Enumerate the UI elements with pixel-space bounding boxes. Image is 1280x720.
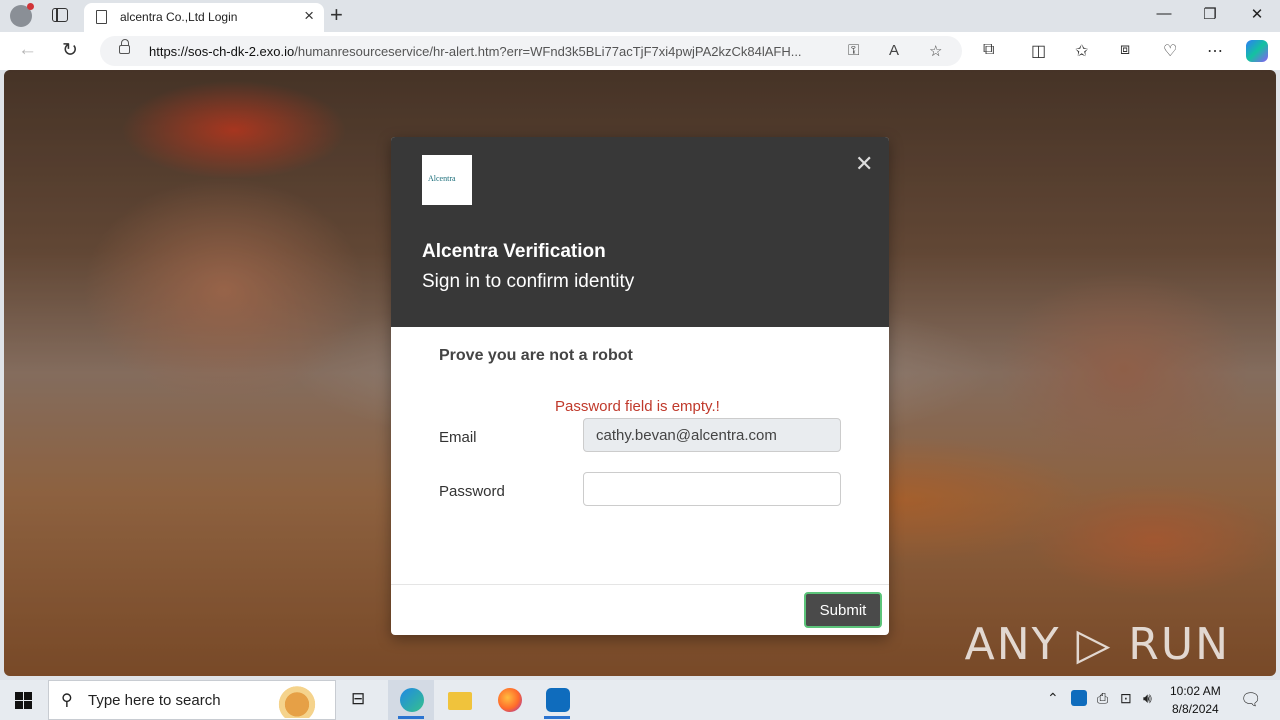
- edge-taskbar-icon[interactable]: [388, 680, 434, 720]
- network-icon[interactable]: ⊡: [1120, 690, 1132, 707]
- footer-divider: [391, 584, 889, 585]
- tab-bar: alcentra Co.,Ltd Login × + — ❐ ✕: [0, 0, 1280, 32]
- clock-time[interactable]: 10:02 AM: [1170, 684, 1221, 698]
- password-field[interactable]: [583, 472, 841, 506]
- task-view-icon[interactable]: ⊟: [338, 680, 384, 720]
- anyrun-watermark: ANY ▷ RUN: [964, 619, 1230, 670]
- email-field[interactable]: [583, 418, 841, 452]
- minimize-button[interactable]: —: [1141, 5, 1187, 22]
- close-window-button[interactable]: ✕: [1234, 5, 1280, 23]
- key-icon[interactable]: ⚿: [848, 42, 859, 59]
- outlook-icon[interactable]: [534, 680, 580, 720]
- firefox-icon[interactable]: [486, 680, 532, 720]
- clock-date[interactable]: 8/8/2024: [1172, 702, 1219, 716]
- modal-header: Alcentra ✕ Alcentra Verification Sign in…: [391, 137, 889, 327]
- restore-button[interactable]: ❐: [1187, 5, 1233, 23]
- star-icon[interactable]: ☆: [929, 42, 942, 60]
- browser-essentials-icon[interactable]: ♡: [1163, 41, 1177, 61]
- search-placeholder: Type here to search: [88, 692, 221, 709]
- extensions-icon[interactable]: ⧉: [983, 41, 994, 59]
- browser-tab[interactable]: alcentra Co.,Ltd Login ×: [84, 3, 324, 32]
- file-explorer-icon[interactable]: [436, 680, 482, 720]
- profile-icon[interactable]: [10, 3, 34, 27]
- outlook-tray-icon[interactable]: [1071, 690, 1087, 706]
- plus-icon[interactable]: +: [330, 2, 343, 28]
- collections-icon[interactable]: ⧈: [1120, 41, 1130, 59]
- login-modal: Alcentra ✕ Alcentra Verification Sign in…: [391, 137, 889, 635]
- read-aloud-icon[interactable]: A: [889, 42, 899, 59]
- more-icon[interactable]: ⋯: [1207, 41, 1223, 61]
- meet-icon[interactable]: ⎙: [1097, 690, 1108, 707]
- favorites-icon[interactable]: ✩: [1075, 41, 1088, 61]
- page-background: ANY ▷ RUN Alcentra ✕ Alcentra Verificati…: [4, 70, 1276, 676]
- close-icon[interactable]: ×: [304, 6, 314, 26]
- tabs-icon[interactable]: [52, 8, 68, 22]
- browser-toolbar: ← ↻ https://sos-ch-dk-2.exo.io/humanreso…: [0, 32, 1280, 70]
- email-label: Email: [439, 429, 477, 446]
- notification-icon[interactable]: 🗨︎: [1240, 690, 1262, 710]
- windows-start-icon[interactable]: [15, 692, 32, 709]
- refresh-icon[interactable]: ↻: [62, 39, 78, 62]
- taskbar: ⚲ Type here to search ⊟ ⌃ ⎙ ⊡ 🔊︎ 10:02 A…: [0, 680, 1280, 720]
- submit-button[interactable]: Submit: [804, 592, 882, 628]
- copilot-icon[interactable]: [1246, 40, 1268, 62]
- close-icon[interactable]: ✕: [855, 153, 873, 175]
- password-label: Password: [439, 483, 505, 500]
- back-icon[interactable]: ←: [18, 39, 37, 61]
- modal-title: Alcentra Verification: [422, 241, 606, 262]
- search-icon: ⚲: [61, 692, 73, 709]
- page-icon: [96, 10, 107, 24]
- chevron-up-icon[interactable]: ⌃: [1047, 690, 1059, 707]
- lock-icon[interactable]: [119, 39, 130, 54]
- taskbar-search[interactable]: ⚲ Type here to search: [48, 680, 336, 720]
- alcentra-logo: Alcentra: [422, 155, 472, 205]
- url-text[interactable]: https://sos-ch-dk-2.exo.io/humanresource…: [149, 44, 839, 59]
- split-screen-icon[interactable]: ◫: [1031, 41, 1046, 61]
- address-bar[interactable]: https://sos-ch-dk-2.exo.io/humanresource…: [100, 36, 962, 66]
- error-message: Password field is empty.!: [555, 398, 720, 415]
- tab-title: alcentra Co.,Ltd Login: [120, 10, 238, 24]
- cat-icon: [275, 684, 319, 718]
- volume-icon[interactable]: 🔊︎: [1143, 690, 1152, 707]
- modal-subtitle: Sign in to confirm identity: [422, 271, 635, 292]
- section-title: Prove you are not a robot: [439, 347, 633, 364]
